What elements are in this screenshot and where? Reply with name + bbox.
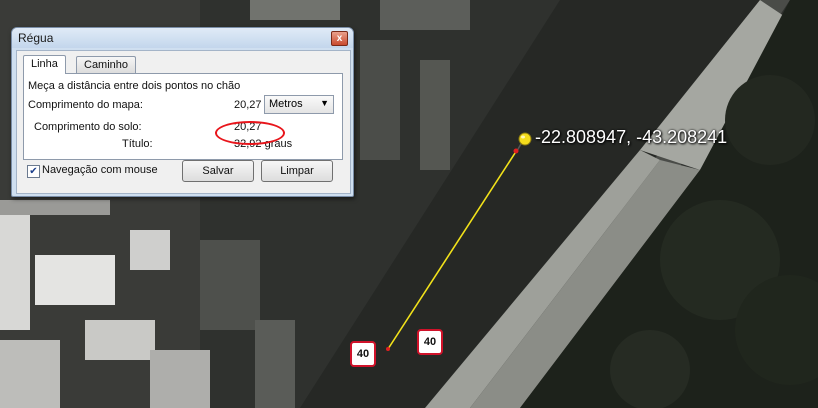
tab-linha[interactable]: Linha xyxy=(23,55,66,74)
close-icon: x xyxy=(336,33,343,44)
speed-limit-sign-icon: 40 xyxy=(417,329,443,355)
map-length-value: 20,27 xyxy=(234,99,262,111)
clear-button[interactable]: Limpar xyxy=(261,160,333,182)
heading-label: Título: xyxy=(122,138,153,150)
ruler-dialog: Régua x Linha Caminho Meça a distância e… xyxy=(11,27,354,197)
save-button[interactable]: Salvar xyxy=(182,160,254,182)
dialog-titlebar[interactable]: Régua x xyxy=(12,28,353,48)
checkmark-icon: ✔ xyxy=(29,166,38,177)
ruler-start-point xyxy=(386,347,390,351)
chevron-down-icon: ▼ xyxy=(320,98,329,108)
ruler-description: Meça a distância entre dois pontos no ch… xyxy=(28,80,241,92)
unit-select[interactable]: Metros ▼ xyxy=(264,95,334,114)
dialog-body: Linha Caminho Meça a distância entre doi… xyxy=(16,50,351,194)
dialog-title: Régua xyxy=(18,31,54,45)
mouse-navigation-checkbox[interactable]: ✔ xyxy=(27,165,40,178)
pushpin-icon[interactable] xyxy=(508,130,538,160)
ground-length-label: Comprimento do solo: xyxy=(34,121,142,133)
map-length-label: Comprimento do mapa: xyxy=(28,99,143,111)
close-button[interactable]: x xyxy=(331,31,348,46)
unit-select-value: Metros xyxy=(269,98,303,110)
speed-limit-sign-icon: 40 xyxy=(350,341,376,367)
annotation-circle xyxy=(215,121,285,145)
placemark-coordinates-label: -22.808947, -43.208241 xyxy=(535,127,728,147)
mouse-navigation-label: Navegação com mouse xyxy=(42,164,158,176)
line-tab-panel: Meça a distância entre dois pontos no ch… xyxy=(23,73,343,160)
tab-caminho[interactable]: Caminho xyxy=(76,56,137,73)
